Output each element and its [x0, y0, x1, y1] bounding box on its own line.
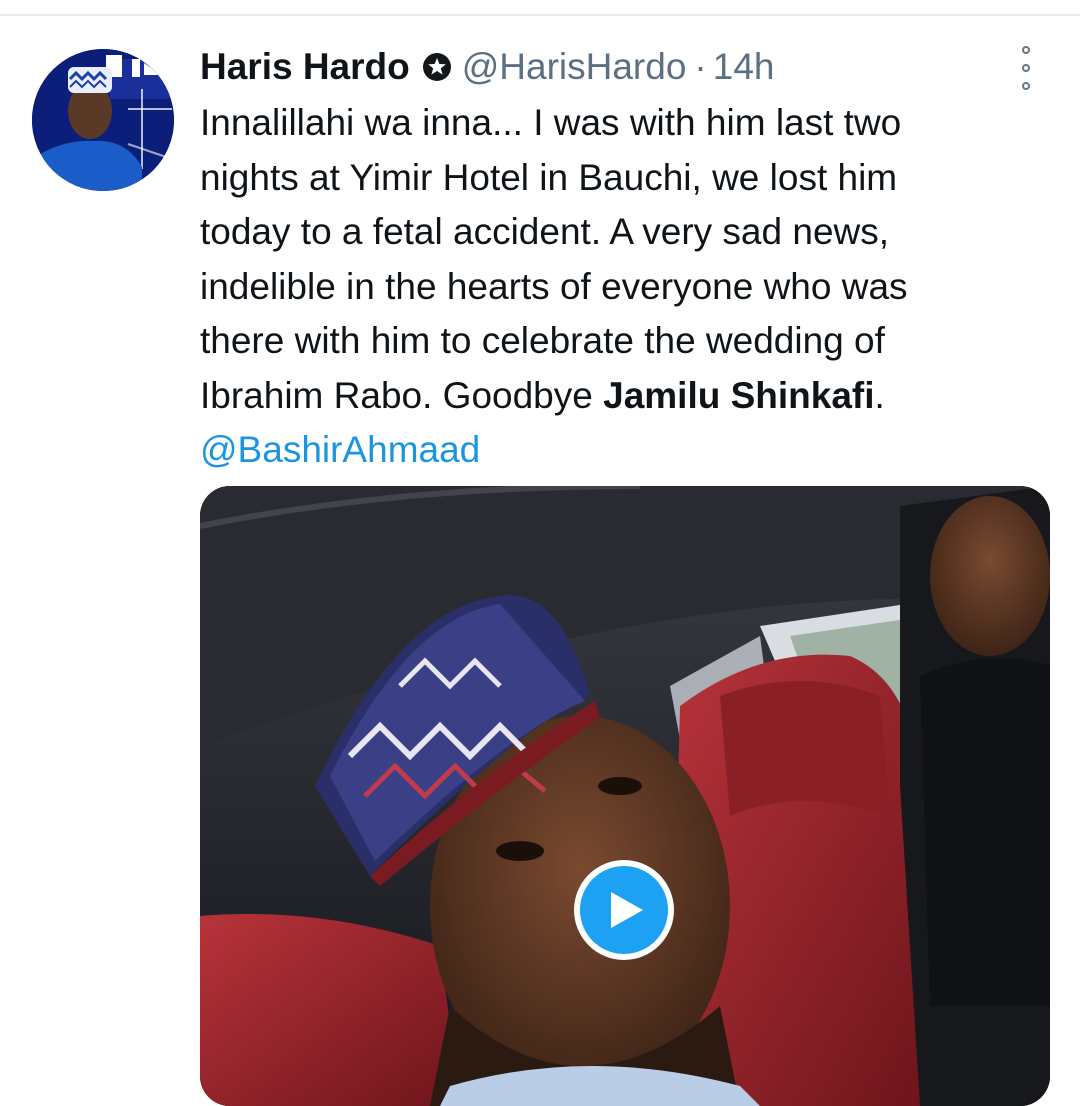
tweet-text-last-line: Ibrahim Rabo. Goodbye Jamilu Shinkafi. [200, 369, 1040, 424]
tweet-text: Innalillahi wa inna... I was with him la… [200, 96, 1040, 478]
tweet-text-segment: . [874, 374, 885, 416]
tweet-text-line: there with him to celebrate the wedding … [200, 320, 885, 361]
separator-dot: · [694, 46, 707, 87]
top-divider [0, 14, 1080, 16]
bold-name: Jamilu Shinkafi [603, 374, 875, 416]
more-dot [1022, 82, 1030, 90]
avatar[interactable] [32, 49, 174, 191]
tweet-text-line: Innalillahi wa inna... I was with him la… [200, 102, 902, 143]
video-thumbnail[interactable] [200, 486, 1050, 1106]
tweet-text-line: indelible in the hearts of everyone who … [200, 265, 908, 307]
tweet-header: Haris Hardo @HarisHardo · 14h [200, 44, 774, 90]
play-icon[interactable] [574, 860, 674, 960]
display-name[interactable]: Haris Hardo [200, 44, 410, 90]
more-dot [1022, 46, 1030, 54]
more-vertical-icon[interactable] [1014, 46, 1038, 90]
tweet-text-segment: Ibrahim Rabo. Goodbye [200, 374, 604, 416]
tweet-timestamp[interactable]: 14h [713, 44, 775, 90]
verified-badge-icon [422, 52, 452, 82]
mention-link[interactable]: @BashirAhmaad [200, 423, 1040, 478]
more-dot [1022, 64, 1030, 72]
author-handle[interactable]: @HarisHardo [462, 44, 687, 90]
tweet-text-line: nights at Yimir Hotel in Bauchi, we lost… [200, 156, 898, 198]
tweet-text-line: today to a fetal accident. A very sad ne… [200, 211, 890, 252]
